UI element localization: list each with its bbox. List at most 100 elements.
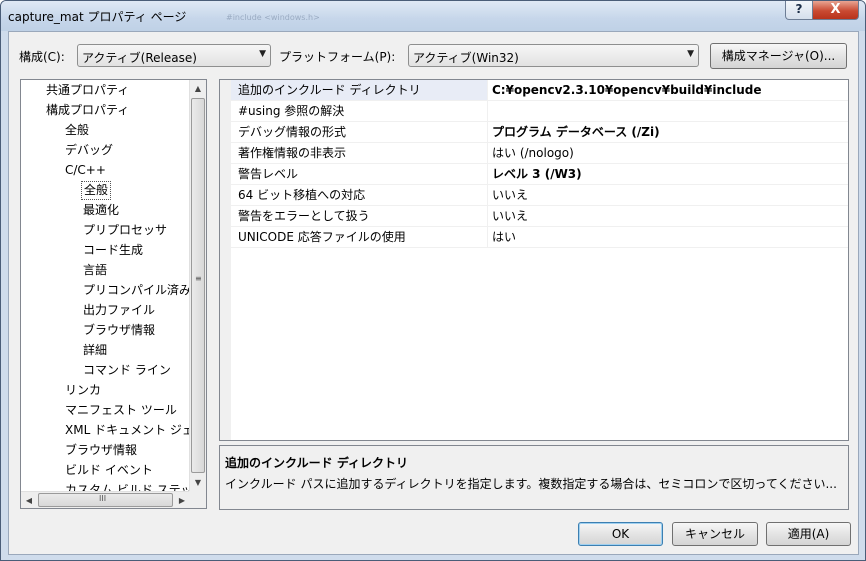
tree-horizontal-scrollbar[interactable]: ◀ III ▶ [21, 491, 190, 508]
tree-item[interactable]: 構成プロパティ [46, 101, 129, 120]
property-value[interactable]: はい [489, 227, 516, 247]
tree-item-label: C/C++ [65, 163, 106, 177]
tree-item[interactable]: マニフェスト ツール [65, 401, 177, 420]
help-button[interactable]: ? [785, 1, 813, 20]
chevron-down-icon: ▼ [687, 49, 694, 59]
property-value[interactable]: いいえ [489, 185, 528, 205]
tree-item-label: 共通プロパティ [46, 83, 130, 97]
property-name: 著作権情報の非表示 [231, 143, 488, 163]
tree-item-label: 全般 [65, 123, 90, 137]
tree-item-label: 最適化 [83, 203, 120, 217]
tree-item[interactable]: コード生成 [83, 241, 143, 260]
configuration-label: 構成(C): [19, 50, 65, 64]
property-value[interactable]: レベル 3 (/W3) [489, 164, 582, 184]
tree-item[interactable]: プリプロセッサ [83, 221, 167, 240]
tree-item-label: リンカ [65, 383, 102, 397]
tree-item[interactable]: 最適化 [83, 201, 119, 220]
help-icon: ? [795, 2, 803, 16]
property-value[interactable]: プログラム データベース (/Zi) [489, 122, 660, 142]
property-row[interactable]: 警告レベル レベル 3 (/W3) [231, 164, 848, 185]
tree-item[interactable]: ブラウザ情報 [65, 441, 137, 460]
tree-item[interactable]: コマンド ライン [83, 361, 171, 380]
tree-item[interactable]: C/C++ [65, 161, 106, 180]
property-name: #using 参照の解決 [231, 101, 488, 121]
tree-item[interactable]: 全般 [65, 121, 89, 140]
tree-item[interactable]: ブラウザ情報 [83, 321, 155, 340]
property-row[interactable]: 64 ビット移植への対応 いいえ [231, 185, 848, 206]
property-value[interactable]: いいえ [489, 206, 528, 226]
configuration-value: アクティブ(Release) [82, 51, 197, 65]
tree-item[interactable]: ビルド イベント [65, 461, 153, 480]
grid-gutter [220, 80, 231, 440]
ok-button[interactable]: OK [578, 522, 663, 546]
tree-item-label: コマンド ライン [83, 363, 171, 377]
window-title: capture_mat プロパティ ページ [8, 10, 187, 24]
property-name: 64 ビット移植への対応 [231, 185, 488, 205]
description-title: 追加のインクルード ディレクトリ [225, 456, 408, 470]
tree-item[interactable]: 詳細 [83, 341, 107, 360]
property-row[interactable]: #using 参照の解決 [231, 101, 848, 122]
scroll-down-arrow-icon[interactable]: ▼ [190, 474, 206, 491]
configuration-combobox[interactable]: アクティブ(Release) ▼ [77, 44, 271, 67]
property-row[interactable]: デバッグ情報の形式 プログラム データベース (/Zi) [231, 122, 848, 143]
tree-item-selected[interactable]: 全般 [81, 181, 112, 200]
scrollbar-thumb[interactable]: ≡ [191, 98, 205, 473]
property-row[interactable]: 追加のインクルード ディレクトリ C:¥opencv2.3.10¥opencv¥… [231, 80, 848, 101]
property-row[interactable]: 著作権情報の非表示 はい (/nologo) [231, 143, 848, 164]
platform-combobox[interactable]: アクティブ(Win32) ▼ [408, 44, 699, 67]
tree-item[interactable]: プリコンパイル済み [83, 281, 191, 300]
property-value[interactable] [489, 101, 492, 121]
tree-item-label: 出力ファイル [83, 303, 156, 317]
grip-icon: ≡ [195, 274, 202, 283]
tree-item-label: デバッグ [65, 143, 114, 157]
property-value[interactable]: C:¥opencv2.3.10¥opencv¥build¥include [489, 80, 762, 100]
chevron-down-icon: ▼ [259, 49, 266, 59]
property-value[interactable]: はい (/nologo) [489, 143, 574, 163]
tree-item-label: XML ドキュメント ジェ [65, 423, 194, 437]
tree-item[interactable]: 共通プロパティ [46, 81, 129, 100]
property-row[interactable]: 警告をエラーとして扱う いいえ [231, 206, 848, 227]
tree-item-label: プリコンパイル済み [83, 283, 192, 297]
tree-item-label: プリプロセッサ [83, 223, 168, 237]
tree-item-label: 構成プロパティ [46, 103, 130, 117]
dialog-client-area: 構成(C): アクティブ(Release) ▼ プラットフォーム(P): アクテ… [8, 31, 859, 555]
title-bar[interactable]: capture_mat プロパティ ページ #include <windows.… [1, 1, 865, 31]
platform-value: アクティブ(Win32) [413, 51, 519, 65]
apply-button[interactable]: 適用(A) [766, 522, 851, 546]
tree-item[interactable]: 言語 [83, 261, 107, 280]
background-window-text: #include <windows.h> [226, 13, 320, 22]
scroll-right-arrow-icon[interactable]: ▶ [174, 492, 190, 508]
properties-dialog: capture_mat プロパティ ページ #include <windows.… [0, 0, 866, 561]
scroll-left-arrow-icon[interactable]: ◀ [21, 492, 37, 508]
platform-label: プラットフォーム(P): [279, 50, 396, 64]
grip-icon: III [99, 494, 107, 503]
property-name: 追加のインクルード ディレクトリ [231, 80, 488, 100]
tree-item-label: 詳細 [83, 343, 108, 357]
cancel-button[interactable]: キャンセル [672, 522, 758, 546]
close-icon: X [830, 2, 841, 17]
description-text: インクルード パスに追加するディレクトリを指定します。複数指定する場合は、セミコ… [225, 477, 837, 491]
tree-item-label: コード生成 [83, 243, 144, 257]
description-panel: 追加のインクルード ディレクトリ インクルード パスに追加するディレクトリを指定… [219, 445, 849, 510]
property-row[interactable]: UNICODE 応答ファイルの使用 はい [231, 227, 848, 248]
scroll-up-arrow-icon[interactable]: ▲ [190, 80, 206, 97]
tree-item-label: マニフェスト ツール [65, 403, 177, 417]
scrollbar-corner [189, 491, 206, 508]
tree-item[interactable]: XML ドキュメント ジェ [65, 421, 194, 440]
scrollbar-thumb[interactable]: III [38, 493, 173, 507]
property-name: UNICODE 応答ファイルの使用 [231, 227, 488, 247]
tree-item[interactable]: デバッグ [65, 141, 113, 160]
close-button[interactable]: X [812, 1, 859, 20]
property-name: 警告レベル [231, 164, 488, 184]
category-tree[interactable]: 共通プロパティ 構成プロパティ 全般 デバッグ C/C++ 全般 最適化 プリプ… [20, 79, 207, 509]
tree-item-label: ブラウザ情報 [83, 323, 156, 337]
property-name: デバッグ情報の形式 [231, 122, 488, 142]
tree-item[interactable]: リンカ [65, 381, 101, 400]
tree-item-label: ブラウザ情報 [65, 443, 138, 457]
configuration-manager-button[interactable]: 構成マネージャ(O)... [710, 43, 847, 69]
property-name: 警告をエラーとして扱う [231, 206, 488, 226]
tree-vertical-scrollbar[interactable]: ▲ ≡ ▼ [189, 80, 206, 491]
tree-item[interactable]: 出力ファイル [83, 301, 155, 320]
tree-item-label: 言語 [83, 263, 108, 277]
property-grid[interactable]: 追加のインクルード ディレクトリ C:¥opencv2.3.10¥opencv¥… [219, 79, 849, 441]
